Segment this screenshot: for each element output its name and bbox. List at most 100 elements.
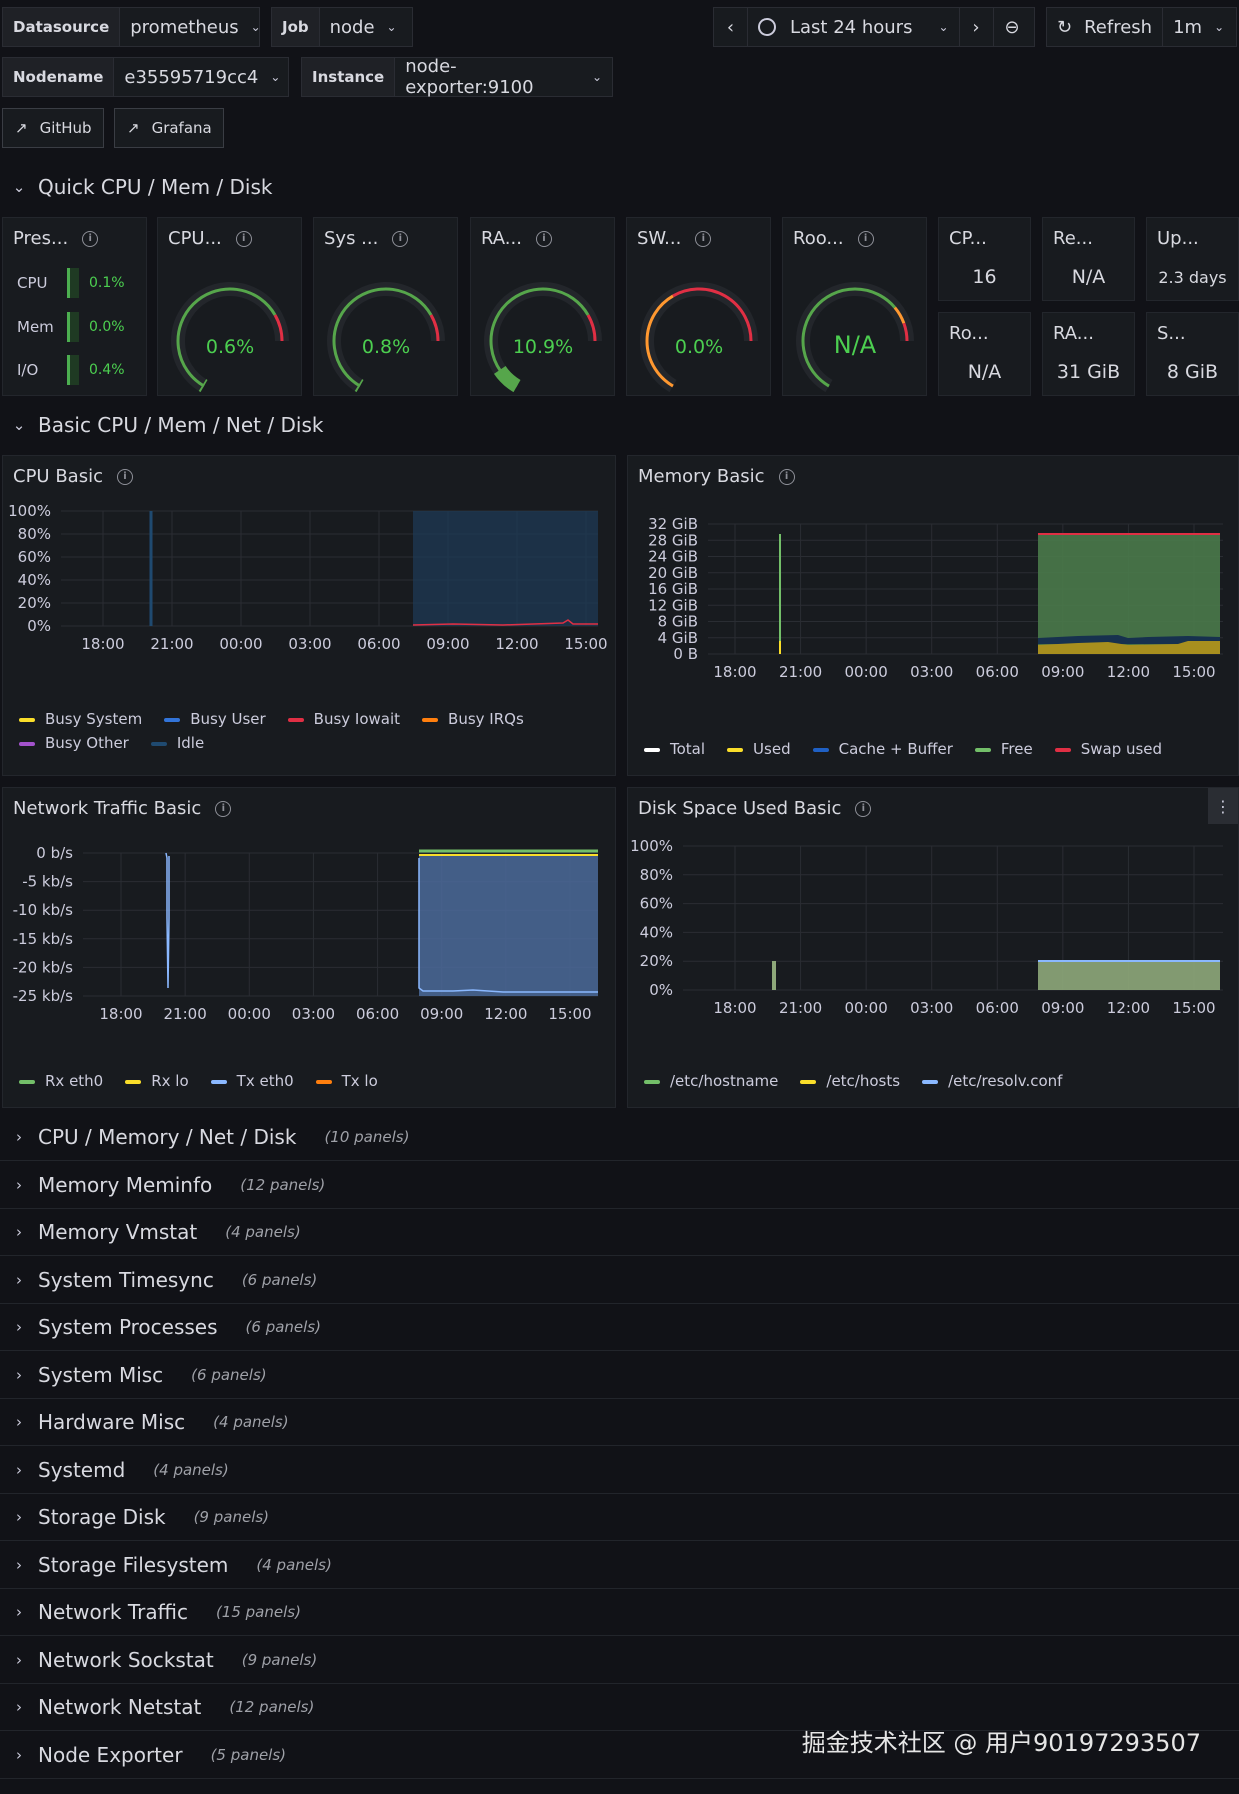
legend-item[interactable]: Tx eth0 xyxy=(210,1072,294,1090)
chevron-right-icon: › xyxy=(16,1650,22,1669)
gauge-dial: 0.0% xyxy=(640,282,758,393)
info-icon[interactable]: i xyxy=(857,230,874,247)
collapsed-row[interactable]: › Network Sockstat (9 panels) xyxy=(0,1645,1239,1675)
gauge-panel: Roo... i N/A xyxy=(782,217,927,396)
legend-item[interactable]: Swap used xyxy=(1054,740,1162,758)
x-tick-label: 15:00 xyxy=(1172,999,1215,1017)
row-panel-count: (12 panels) xyxy=(229,1698,315,1716)
refresh-interval-button[interactable]: 1m ⌄ xyxy=(1163,8,1234,46)
nodename-picker[interactable]: Nodename e35595719cc4 ⌄ xyxy=(2,57,289,97)
stat-value: 8 GiB xyxy=(1166,361,1219,383)
panel-menu-icon[interactable]: ⋮ xyxy=(1208,788,1238,824)
legend-item[interactable]: Busy User xyxy=(164,710,266,728)
legend-swatch xyxy=(210,1079,227,1084)
row-panel-count: (6 panels) xyxy=(241,1270,318,1289)
x-tick-label: 03:00 xyxy=(910,663,953,681)
panel-title: SW... i xyxy=(637,228,712,249)
collapsed-row[interactable]: › Storage Disk (9 panels) xyxy=(0,1502,1239,1532)
refresh-button[interactable]: ↻ Refresh xyxy=(1047,8,1164,46)
legend-label: Used xyxy=(753,740,791,758)
x-tick-label: 06:00 xyxy=(976,999,1019,1017)
legend-swatch xyxy=(727,747,744,752)
github-link[interactable]: ↗ GitHub xyxy=(2,108,104,148)
time-range-picker[interactable]: ‹ Last 24 hours ⌄ › ⊖ xyxy=(713,7,1035,47)
row-basic[interactable]: ⌄ Basic CPU / Mem / Net / Disk xyxy=(0,410,1239,440)
info-icon[interactable]: i xyxy=(535,230,552,247)
collapsed-row[interactable]: › Memory Vmstat (4 panels) xyxy=(0,1217,1239,1247)
grafana-link[interactable]: ↗ Grafana xyxy=(114,108,224,148)
y-tick-label: -10 kb/s xyxy=(13,901,74,919)
legend-item[interactable]: Cache + Buffer xyxy=(812,740,953,758)
collapsed-row[interactable]: › Storage Filesystem (4 panels) xyxy=(0,1550,1239,1580)
external-link-icon: ↗ xyxy=(15,119,28,137)
collapsed-row[interactable]: › System Processes (6 panels) xyxy=(0,1312,1239,1342)
collapsed-row[interactable]: › Systemd (4 panels) xyxy=(0,1455,1239,1485)
info-icon[interactable]: i xyxy=(855,800,872,817)
y-tick-label: -15 kb/s xyxy=(13,930,74,948)
gauge-value: 10.9% xyxy=(513,336,573,358)
collapsed-row[interactable]: › Network Traffic (15 panels) xyxy=(0,1597,1239,1627)
info-icon[interactable]: i xyxy=(82,230,99,247)
chevron-down-icon: ⌄ xyxy=(386,20,397,34)
stat-panel: S... 8 GiB xyxy=(1146,312,1239,396)
refresh-picker[interactable]: ↻ Refresh 1m ⌄ xyxy=(1046,7,1237,47)
stat-panel: RA... 31 GiB xyxy=(1042,312,1135,396)
instance-value: node-exporter:9100 xyxy=(405,56,534,98)
legend-item[interactable]: Idle xyxy=(150,734,204,752)
row-quick[interactable]: ⌄ Quick CPU / Mem / Disk xyxy=(0,172,1239,202)
collapsed-row[interactable]: › CPU / Memory / Net / Disk (10 panels) xyxy=(0,1122,1239,1152)
time-forward-button[interactable]: › xyxy=(958,8,993,46)
time-back-button[interactable]: ‹ xyxy=(714,8,748,46)
legend-item[interactable]: Free xyxy=(974,740,1033,758)
y-tick-label: 80% xyxy=(18,525,51,543)
collapsed-row[interactable]: › Network Netstat (12 panels) xyxy=(0,1692,1239,1722)
legend-swatch xyxy=(974,747,991,752)
legend-item[interactable]: Busy IRQs xyxy=(422,710,524,728)
chevron-right-icon: › xyxy=(16,1413,22,1431)
job-picker[interactable]: Job node ⌄ xyxy=(271,7,413,47)
legend-item[interactable]: Total xyxy=(644,740,705,758)
legend-item[interactable]: /etc/resolv.conf xyxy=(922,1072,1062,1090)
legend-item[interactable]: /etc/hosts xyxy=(800,1072,900,1090)
info-icon[interactable]: i xyxy=(392,230,409,247)
legend-label: Tx lo xyxy=(341,1072,378,1090)
datasource-picker[interactable]: Datasource prometheus ⌄ xyxy=(2,7,261,47)
collapsed-row[interactable]: › System Misc (6 panels) xyxy=(0,1360,1239,1390)
x-tick-label: 06:00 xyxy=(356,1005,399,1023)
info-icon[interactable]: i xyxy=(695,230,712,247)
legend-item[interactable]: Rx lo xyxy=(125,1072,189,1090)
legend-swatch xyxy=(800,1079,817,1084)
gauge-value: N/A xyxy=(834,331,877,359)
legend-item[interactable]: /etc/hostname xyxy=(644,1072,778,1090)
legend-item[interactable]: Rx eth0 xyxy=(19,1072,103,1090)
pressure-value: 0.0% xyxy=(89,319,125,335)
info-icon[interactable]: i xyxy=(116,468,133,485)
instance-picker[interactable]: Instance node-exporter:9100 ⌄ xyxy=(301,56,613,98)
panel-title: Sys ... i xyxy=(324,228,409,249)
chevron-right-icon: › xyxy=(16,1698,22,1716)
zoom-out-button[interactable]: ⊖ xyxy=(992,8,1031,46)
row-divider xyxy=(0,1635,1239,1636)
gauge-dial: 0.6% xyxy=(171,282,289,393)
panel-title: S... xyxy=(1157,323,1186,344)
info-icon[interactable]: i xyxy=(778,468,795,485)
cpu-basic-legend: Busy System Busy User Busy Iowait Busy IRQs… xyxy=(19,710,599,752)
panel-title: Up... xyxy=(1157,228,1199,249)
grafana-label: Grafana xyxy=(151,119,212,137)
collapsed-row[interactable]: › Hardware Misc (4 panels) xyxy=(0,1407,1239,1437)
panel-title: Re... xyxy=(1053,228,1093,249)
time-range-button[interactable]: Last 24 hours ⌄ xyxy=(748,8,959,46)
legend-item[interactable]: Tx lo xyxy=(315,1072,378,1090)
zoom-out-icon: ⊖ xyxy=(1004,16,1020,38)
y-tick-label: 20% xyxy=(18,594,51,612)
collapsed-row[interactable]: › System Timesync (6 panels) xyxy=(0,1265,1239,1295)
legend-item[interactable]: Used xyxy=(727,740,791,758)
info-icon[interactable]: i xyxy=(215,800,232,817)
collapsed-row[interactable]: › Memory Meminfo (12 panels) xyxy=(0,1170,1239,1200)
datasource-value: prometheus xyxy=(130,16,239,38)
legend-item[interactable]: Busy Iowait xyxy=(287,710,400,728)
x-tick-label: 09:00 xyxy=(426,635,469,653)
info-icon[interactable]: i xyxy=(235,230,252,247)
legend-item[interactable]: Busy System xyxy=(19,710,142,728)
legend-item[interactable]: Busy Other xyxy=(19,734,129,752)
